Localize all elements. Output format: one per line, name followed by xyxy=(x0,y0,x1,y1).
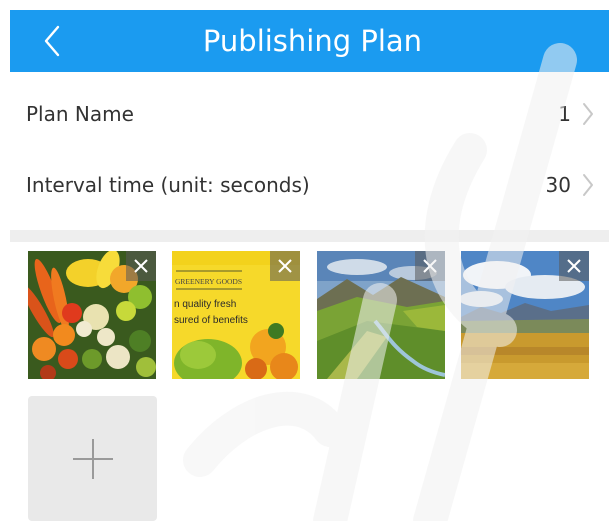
interval-time-row[interactable]: Interval time (unit: seconds) 30 xyxy=(0,155,609,215)
close-icon xyxy=(423,259,437,273)
plan-name-value: 1 xyxy=(558,102,571,126)
plan-name-row[interactable]: Plan Name 1 xyxy=(0,84,609,144)
chevron-right-icon xyxy=(583,174,593,196)
media-thumbnail[interactable] xyxy=(317,251,445,379)
grocery-ad-line-3: sured of benefits xyxy=(174,315,248,326)
grocery-ad-line-1: GREENERY GOODS xyxy=(175,277,242,286)
remove-image-button[interactable] xyxy=(270,251,300,281)
close-icon xyxy=(134,259,148,273)
chevron-right-icon xyxy=(583,103,593,125)
plan-name-label: Plan Name xyxy=(26,102,134,126)
interval-time-label: Interval time (unit: seconds) xyxy=(26,173,310,197)
interval-time-value: 30 xyxy=(545,173,571,197)
add-image-button[interactable] xyxy=(28,396,157,521)
remove-image-button[interactable] xyxy=(559,251,589,281)
media-thumbnail[interactable] xyxy=(28,251,156,379)
media-thumbnail[interactable] xyxy=(461,251,589,379)
remove-image-button[interactable] xyxy=(415,251,445,281)
close-icon xyxy=(278,259,292,273)
remove-image-button[interactable] xyxy=(126,251,156,281)
page-title: Publishing Plan xyxy=(202,24,423,58)
header-bar: Publishing Plan xyxy=(10,10,609,72)
plus-icon xyxy=(72,438,113,479)
section-divider xyxy=(10,230,609,242)
close-icon xyxy=(567,259,581,273)
media-thumbnail[interactable]: GREENERY GOODS n quality fresh sured of … xyxy=(172,251,300,379)
grocery-ad-line-2: n quality fresh xyxy=(174,299,236,310)
